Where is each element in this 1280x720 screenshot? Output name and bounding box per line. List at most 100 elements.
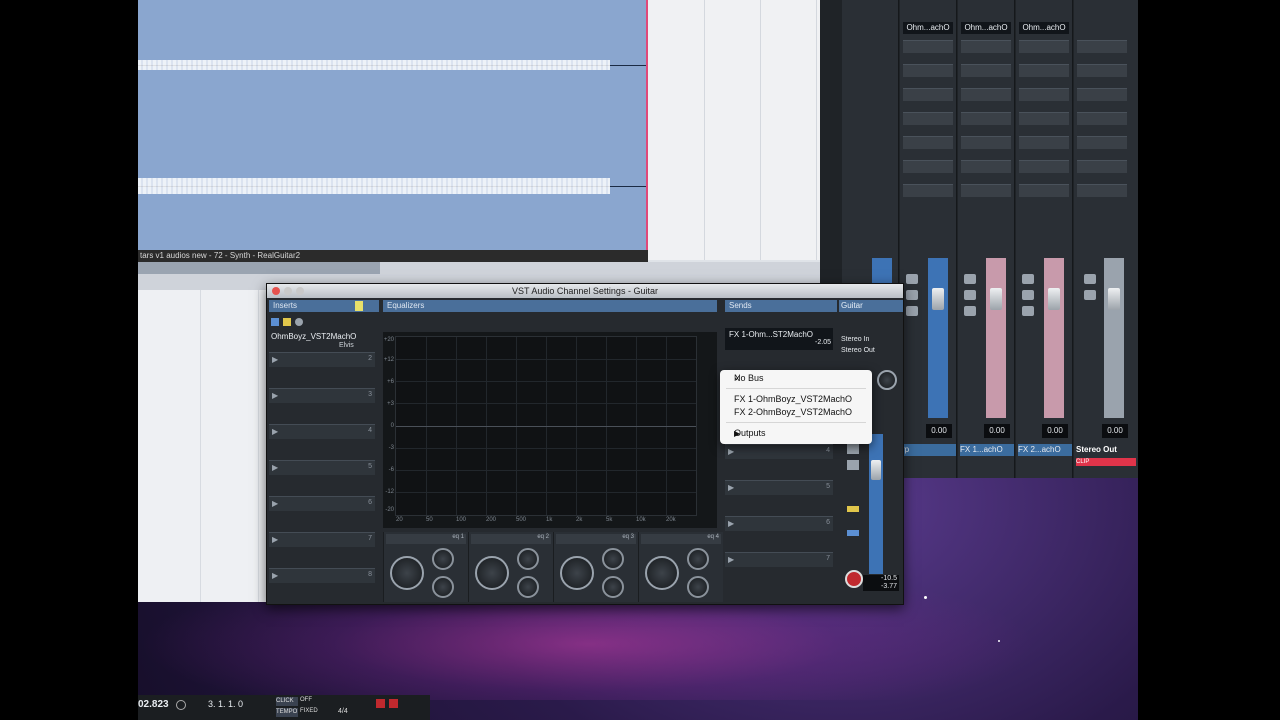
record-icon[interactable] [295, 318, 303, 326]
pan-knob[interactable] [877, 370, 897, 390]
eq-band-header[interactable]: eq 3 [556, 534, 636, 544]
channel-fader-track[interactable] [869, 434, 883, 574]
send-destination[interactable]: FX 1-Ohm...ST2MachO [729, 330, 833, 339]
eq-band-header[interactable]: eq 4 [641, 534, 721, 544]
arrange-empty-area[interactable] [648, 0, 820, 260]
insert-slot[interactable]: ▶ 5 [269, 460, 375, 475]
menu-item-no-bus[interactable]: ✓ No Bus [720, 372, 872, 385]
volume-value[interactable]: 0.00 [1042, 424, 1068, 438]
eq-freq-knob[interactable] [687, 548, 709, 570]
insert-slot[interactable]: ▶ 3 [269, 388, 375, 403]
bars-beats-display[interactable]: 3. 1. 1. 0 [208, 699, 268, 709]
audio-event[interactable]: tars v1 audios new - 72 - Synth - RealGu… [138, 0, 648, 262]
insert-slot[interactable] [961, 136, 1011, 149]
eq-band-header[interactable]: eq 2 [471, 534, 551, 544]
channel-volume-display[interactable]: -10.5 -3.77 [863, 575, 899, 591]
power-icon[interactable] [271, 318, 279, 326]
volume-value[interactable]: 0.00 [1102, 424, 1128, 438]
send-slot[interactable]: ▶ 6 [725, 516, 833, 531]
mute-button[interactable] [906, 274, 918, 284]
menu-item-fx2[interactable]: FX 2-OhmBoyz_VST2MachO [720, 406, 872, 419]
insert-slot[interactable] [903, 88, 953, 101]
solo-button[interactable] [906, 290, 918, 300]
mute-button[interactable] [964, 274, 976, 284]
channel-name[interactable]: Ohm...achO [961, 22, 1011, 34]
eq-q-knob[interactable] [517, 576, 539, 598]
click-value[interactable]: OFF [300, 697, 326, 703]
insert-slot[interactable] [961, 184, 1011, 197]
mute-button[interactable] [847, 444, 859, 454]
eq-freq-knob[interactable] [602, 548, 624, 570]
send-slot[interactable]: ▶ 4 [725, 444, 833, 459]
insert-slot[interactable] [1019, 40, 1069, 53]
insert-slot[interactable] [903, 40, 953, 53]
insert-slot[interactable] [903, 136, 953, 149]
input-routing[interactable]: Stereo In [841, 336, 899, 343]
horizontal-scrollbar[interactable] [138, 262, 380, 274]
insert-slot[interactable]: ▶ 6 [269, 496, 375, 511]
eq-gain-knob[interactable] [560, 556, 594, 590]
insert-slot[interactable] [961, 112, 1011, 125]
output-routing[interactable]: Stereo Out [841, 347, 899, 354]
insert-slot[interactable] [961, 160, 1011, 173]
insert-slot[interactable] [1077, 112, 1127, 125]
mute-button[interactable] [1084, 274, 1096, 284]
insert-slot[interactable] [1077, 136, 1127, 149]
menu-item-fx1[interactable]: FX 1-OhmBoyz_VST2MachO [720, 393, 872, 406]
solo-button[interactable] [1084, 290, 1096, 300]
insert-slot[interactable] [1019, 64, 1069, 77]
insert-slot[interactable] [961, 88, 1011, 101]
channel-name[interactable]: Ohm...achO [903, 22, 953, 34]
insert-slot[interactable] [1019, 184, 1069, 197]
eq-q-knob[interactable] [602, 576, 624, 598]
record-indicator[interactable] [389, 699, 398, 708]
send-slot[interactable]: ▶ 5 [725, 480, 833, 495]
insert-slot[interactable] [1077, 64, 1127, 77]
fader-knob[interactable] [1108, 288, 1120, 310]
eq-q-knob[interactable] [432, 576, 454, 598]
volume-value[interactable]: 0.00 [984, 424, 1010, 438]
fader-knob[interactable] [990, 288, 1002, 310]
insert-slot[interactable]: ▶ 4 [269, 424, 375, 439]
clip-indicator[interactable]: CLIP [1076, 458, 1136, 466]
record-enable-button[interactable] [845, 570, 863, 588]
eq-freq-knob[interactable] [517, 548, 539, 570]
channel-name[interactable]: Ohm...achO [1019, 22, 1069, 34]
insert-slot[interactable] [1077, 160, 1127, 173]
insert-slot[interactable]: ▶ 2 [269, 352, 375, 367]
channel-name-header[interactable]: Guitar [839, 300, 903, 312]
insert-slot[interactable]: ▶ 7 [269, 532, 375, 547]
insert-slot[interactable] [1019, 88, 1069, 101]
send-level-value[interactable]: -2.05 [807, 339, 831, 346]
insert-slot[interactable] [903, 64, 953, 77]
insert-slot[interactable] [1019, 136, 1069, 149]
record-indicator[interactable] [376, 699, 385, 708]
edit-icon[interactable] [283, 318, 291, 326]
eq-band-header[interactable]: eq 1 [386, 534, 466, 544]
edit-button[interactable] [847, 506, 859, 512]
insert-slot[interactable] [1019, 160, 1069, 173]
tempo-value[interactable]: FIXED [300, 708, 326, 714]
fader-track[interactable] [928, 258, 948, 418]
eq-gain-knob[interactable] [390, 556, 424, 590]
monitor-button[interactable] [847, 530, 859, 536]
channel-fader-knob[interactable] [871, 460, 881, 480]
eq-curve-display[interactable]: +20 +12 +6 +3 0 -3 -6 -12 -20 20 50 100 … [384, 336, 697, 523]
mute-button[interactable] [1022, 274, 1034, 284]
insert-slot[interactable]: ▶ 8 [269, 568, 375, 583]
insert-slot[interactable] [903, 184, 953, 197]
volume-value[interactable]: 0.00 [926, 424, 952, 438]
insert-preset-name[interactable]: Elvis [339, 342, 363, 349]
insert-slot[interactable] [1077, 184, 1127, 197]
insert-slot[interactable] [961, 64, 1011, 77]
insert-slot[interactable] [903, 160, 953, 173]
solo-button[interactable] [964, 290, 976, 300]
insert-slot[interactable] [1077, 88, 1127, 101]
fader-track[interactable] [1044, 258, 1064, 418]
eq-q-knob[interactable] [687, 576, 709, 598]
read-button[interactable] [906, 306, 918, 316]
eq-freq-knob[interactable] [432, 548, 454, 570]
minimize-button[interactable] [284, 287, 292, 295]
solo-button[interactable] [1022, 290, 1034, 300]
fader-knob[interactable] [932, 288, 944, 310]
